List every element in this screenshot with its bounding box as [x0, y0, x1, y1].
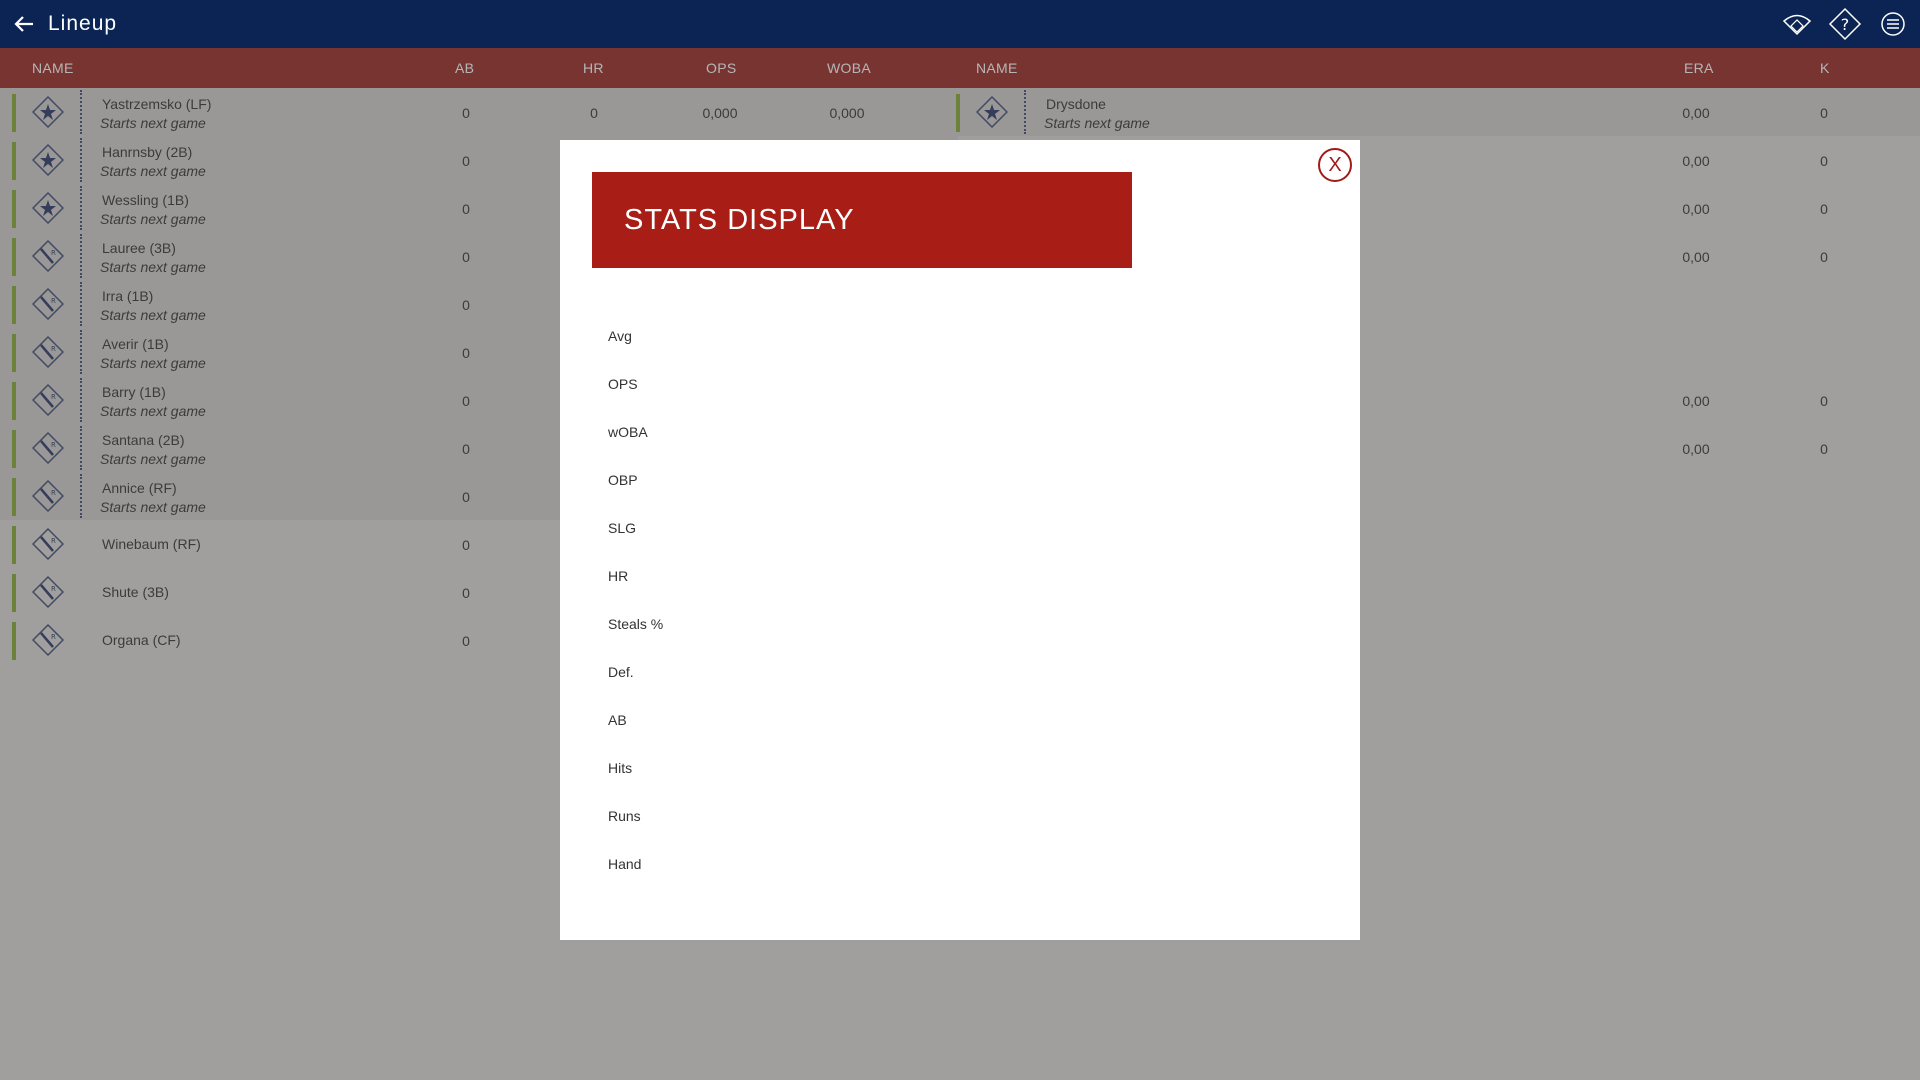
top-bar: Lineup ? — [0, 0, 1920, 48]
option-avg[interactable]: Avg — [608, 312, 1288, 360]
option-hits[interactable]: Hits — [608, 744, 1288, 792]
stats-display-modal: X STATS DISPLAY Avg OPS wOBA OBP SLG HR … — [560, 140, 1360, 940]
option-hr[interactable]: HR — [608, 552, 1288, 600]
option-ops[interactable]: OPS — [608, 360, 1288, 408]
svg-text:?: ? — [1841, 15, 1850, 34]
option-steals[interactable]: Steals % — [608, 600, 1288, 648]
option-slg[interactable]: SLG — [608, 504, 1288, 552]
option-obp[interactable]: OBP — [608, 456, 1288, 504]
back-arrow-icon[interactable] — [2, 0, 46, 48]
help-icon[interactable]: ? — [1828, 7, 1862, 41]
stat-options-list: Avg OPS wOBA OBP SLG HR Steals % Def. AB… — [608, 312, 1288, 888]
modal-header: STATS DISPLAY — [592, 172, 1132, 268]
close-icon[interactable]: X — [1318, 148, 1352, 182]
page-title: Lineup — [48, 12, 118, 35]
modal-title: STATS DISPLAY — [624, 204, 855, 236]
field-icon[interactable] — [1780, 7, 1814, 41]
option-ab[interactable]: AB — [608, 696, 1288, 744]
close-label: X — [1328, 153, 1342, 176]
option-hand[interactable]: Hand — [608, 840, 1288, 888]
menu-icon[interactable] — [1876, 7, 1910, 41]
option-woba[interactable]: wOBA — [608, 408, 1288, 456]
option-runs[interactable]: Runs — [608, 792, 1288, 840]
option-def[interactable]: Def. — [608, 648, 1288, 696]
